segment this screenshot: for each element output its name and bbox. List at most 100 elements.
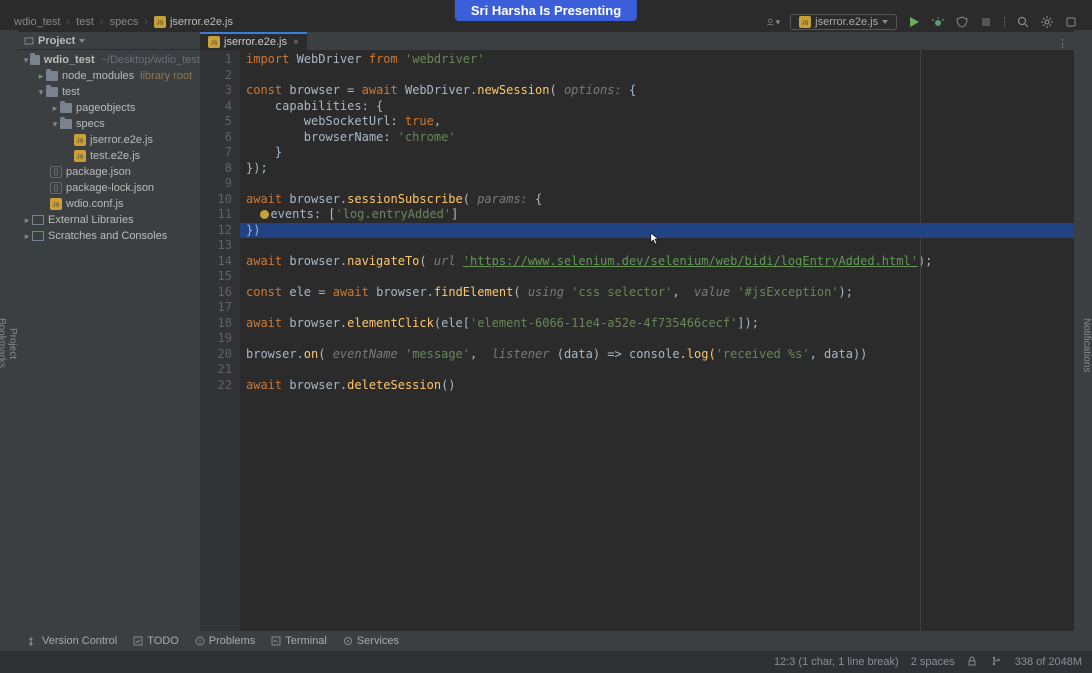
code-editor[interactable]: 12345678910111213141516171819202122 impo… — [200, 50, 1074, 631]
chevron-down-icon[interactable]: ▾ — [22, 55, 30, 66]
js-file-icon: JS — [74, 150, 86, 162]
tabstrip-right: ⋮ — [1057, 37, 1074, 50]
close-icon[interactable]: × — [293, 37, 299, 48]
library-icon — [32, 215, 44, 225]
svg-text:JS: JS — [53, 202, 60, 208]
tree-tag: library root — [140, 70, 192, 82]
right-tool-rail: Notifications — [1074, 30, 1092, 651]
crumb-root[interactable]: wdio_test — [14, 16, 60, 28]
js-file-icon: JS — [74, 134, 86, 146]
project-tree[interactable]: ▾ wdio_test ~/Desktop/wdio_test ▸ node_m… — [18, 50, 200, 651]
folder-icon — [30, 55, 40, 65]
svg-text:JS: JS — [157, 20, 164, 26]
caret-position[interactable]: 12:3 (1 char, 1 line break) — [774, 656, 899, 668]
rail-bookmarks[interactable]: Bookmarks — [0, 42, 7, 645]
tree-package-json[interactable]: {} package.json — [18, 164, 200, 180]
tree-scratches[interactable]: ▸ Scratches and Consoles — [18, 228, 200, 244]
tree-label: node_modules — [62, 70, 134, 82]
json-file-icon: {} — [50, 182, 62, 194]
svg-text:JS: JS — [211, 40, 218, 46]
tree-file-teste2e[interactable]: JS test.e2e.js — [18, 148, 200, 164]
folder-icon — [46, 87, 58, 97]
crumb-sep: › — [144, 16, 148, 28]
rail-project[interactable]: Project — [7, 42, 18, 645]
tree-wdio-conf[interactable]: JS wdio.conf.js — [18, 196, 200, 212]
tree-label: package.json — [66, 166, 131, 178]
stop-button — [979, 15, 993, 29]
line-gutter[interactable]: 12345678910111213141516171819202122 — [200, 50, 240, 631]
tree-file-jserror[interactable]: JS jserror.e2e.js — [18, 132, 200, 148]
svg-text:JS: JS — [802, 20, 809, 26]
status-bar: 12:3 (1 char, 1 line break) 2 spaces 338… — [0, 651, 1092, 673]
terminal-label: Terminal — [285, 635, 327, 647]
problems-label: Problems — [209, 635, 255, 647]
tree-specs[interactable]: ▾ specs — [18, 116, 200, 132]
left-tool-rail: Project Bookmarks Structure — [0, 30, 18, 651]
tree-package-lock[interactable]: {} package-lock.json — [18, 180, 200, 196]
chevron-down-icon[interactable]: ▾ — [36, 87, 46, 98]
presenting-banner: Sri Harsha Is Presenting — [455, 0, 637, 21]
lock-icon[interactable] — [967, 656, 979, 668]
tree-node-modules[interactable]: ▸ node_modules library root — [18, 68, 200, 84]
tab-jserror[interactable]: JS jserror.e2e.js × — [200, 32, 307, 50]
services-label: Services — [357, 635, 399, 647]
top-right-controls: ▾ JS jserror.e2e.js | — [766, 14, 1078, 30]
notifications-top-icon[interactable] — [1064, 15, 1078, 29]
crumb-test[interactable]: test — [76, 16, 94, 28]
run-config-select[interactable]: JS jserror.e2e.js — [790, 14, 897, 30]
json-file-icon: {} — [50, 166, 62, 178]
branch-icon[interactable] — [991, 656, 1003, 668]
chevron-down-icon[interactable] — [79, 39, 85, 43]
js-file-icon: JS — [154, 16, 166, 28]
chevron-right-icon[interactable]: ▸ — [22, 215, 32, 226]
js-file-icon: JS — [50, 198, 62, 210]
folder-icon — [60, 103, 72, 113]
tab-label: jserror.e2e.js — [224, 36, 287, 48]
tree-label: jserror.e2e.js — [90, 134, 153, 146]
crumb-sep: › — [100, 16, 104, 28]
run-config-label: jserror.e2e.js — [815, 16, 878, 28]
code-area[interactable]: import WebDriver from 'webdriver' const … — [240, 50, 1074, 631]
project-title: Project — [38, 35, 75, 47]
services-tab[interactable]: Services — [343, 635, 399, 647]
project-header-icon — [24, 36, 34, 46]
debug-button[interactable] — [931, 15, 945, 29]
crumb-file-label: jserror.e2e.js — [170, 16, 233, 28]
more-tabs-icon[interactable]: ⋮ — [1057, 37, 1068, 50]
tree-label: test.e2e.js — [90, 150, 140, 162]
right-margin-guide — [920, 50, 921, 631]
settings-button[interactable] — [1040, 15, 1054, 29]
tree-label: pageobjects — [76, 102, 135, 114]
search-button[interactable] — [1016, 15, 1030, 29]
memory-indicator[interactable]: 338 of 2048M — [1015, 656, 1082, 668]
chevron-right-icon[interactable]: ▸ — [22, 231, 32, 242]
chevron-right-icon[interactable]: ▸ — [50, 103, 60, 114]
bottom-tool-bar: Version Control TODO Problems Terminal S… — [18, 631, 1074, 651]
coverage-button[interactable] — [955, 15, 969, 29]
tree-external-libs[interactable]: ▸ External Libraries — [18, 212, 200, 228]
svg-text:JS: JS — [77, 154, 84, 160]
tree-label: package-lock.json — [66, 182, 154, 194]
tree-root-label: wdio_test — [44, 54, 95, 66]
rail-notifications[interactable]: Notifications — [1081, 40, 1092, 651]
js-file-icon: JS — [799, 16, 811, 28]
todo-tab[interactable]: TODO — [133, 635, 179, 647]
terminal-tab[interactable]: Terminal — [271, 635, 327, 647]
crumb-specs[interactable]: specs — [110, 16, 139, 28]
crumb-file[interactable]: JS jserror.e2e.js — [154, 16, 233, 28]
chevron-down-icon[interactable]: ▾ — [50, 119, 60, 130]
folder-icon — [46, 71, 58, 81]
run-button[interactable] — [907, 15, 921, 29]
tree-label: External Libraries — [48, 214, 134, 226]
svg-text:JS: JS — [77, 138, 84, 144]
chevron-right-icon[interactable]: ▸ — [36, 71, 46, 82]
indent-info[interactable]: 2 spaces — [911, 656, 955, 668]
tree-root[interactable]: ▾ wdio_test ~/Desktop/wdio_test — [18, 52, 200, 68]
tree-pageobjects[interactable]: ▸ pageobjects — [18, 100, 200, 116]
problems-tab[interactable]: Problems — [195, 635, 255, 647]
vcs-tab[interactable]: Version Control — [28, 635, 117, 647]
tree-label: Scratches and Consoles — [48, 230, 167, 242]
tree-test[interactable]: ▾ test — [18, 84, 200, 100]
avatar-icon[interactable]: ▾ — [766, 15, 780, 29]
js-file-icon: JS — [208, 36, 220, 48]
